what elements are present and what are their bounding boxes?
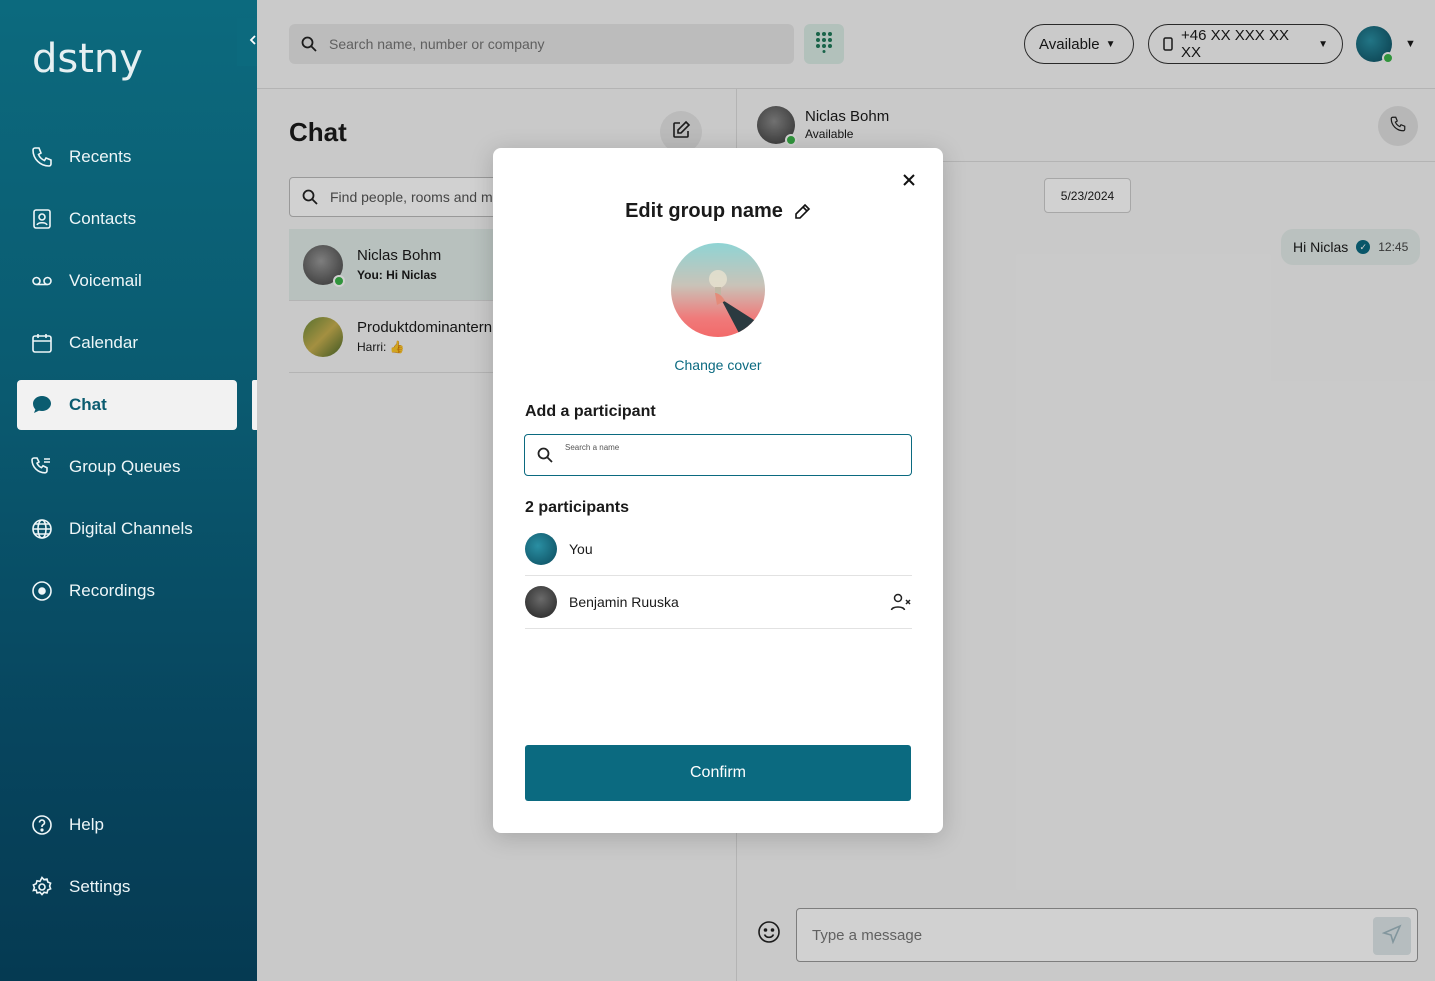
- sidebar-item-label: Settings: [69, 877, 131, 896]
- search-icon: [537, 447, 553, 463]
- record-icon: [29, 578, 55, 604]
- help-icon: [29, 812, 55, 838]
- sidebar-item-voicemail[interactable]: Voicemail: [17, 256, 237, 306]
- sidebar-item-label: Calendar: [69, 333, 138, 352]
- close-button[interactable]: [898, 171, 920, 193]
- sidebar-item-label: Recordings: [69, 581, 155, 600]
- sidebar-item-label: Contacts: [69, 209, 137, 228]
- sidebar-item-calendar[interactable]: Calendar: [17, 318, 237, 368]
- sidebar-item-recents[interactable]: Recents: [17, 132, 237, 182]
- avatar: [525, 586, 557, 618]
- sidebar: dstny Recents Contacts Voicemail Calenda…: [0, 0, 257, 981]
- participants-count-label: 2 participants: [525, 499, 630, 516]
- pencil-icon[interactable]: [793, 203, 811, 221]
- participant-search-input[interactable]: Search a name: [524, 434, 912, 476]
- gear-icon: [29, 874, 55, 900]
- voicemail-icon: [29, 268, 55, 294]
- phone-icon: [29, 144, 55, 170]
- participant-row: You: [525, 523, 912, 576]
- remove-user-icon[interactable]: [890, 591, 912, 613]
- group-queue-icon: [29, 454, 55, 480]
- sidebar-item-settings[interactable]: Settings: [17, 862, 237, 912]
- close-icon: [902, 173, 916, 192]
- sidebar-item-contacts[interactable]: Contacts: [17, 194, 237, 244]
- sidebar-item-group-queues[interactable]: Group Queues: [17, 442, 237, 492]
- participant-name: Benjamin Ruuska: [569, 594, 679, 610]
- sidebar-item-label: Digital Channels: [69, 519, 193, 538]
- add-participant-label: Add a participant: [525, 403, 656, 420]
- participant-name: You: [569, 541, 593, 557]
- participant-row: Benjamin Ruuska: [525, 576, 912, 629]
- sidebar-item-label: Recents: [69, 147, 132, 166]
- app-logo: dstny: [32, 36, 143, 82]
- contact-card-icon: [29, 206, 55, 232]
- dialog-title: Edit group name: [493, 200, 943, 223]
- avatar: [525, 533, 557, 565]
- participant-search-placeholder: Search a name: [565, 443, 620, 452]
- sidebar-item-recordings[interactable]: Recordings: [17, 566, 237, 616]
- calendar-icon: [29, 330, 55, 356]
- sidebar-item-label: Help: [69, 815, 104, 834]
- sidebar-item-chat[interactable]: Chat: [17, 380, 237, 430]
- sidebar-item-label: Group Queues: [69, 457, 181, 476]
- sidebar-item-digital-channels[interactable]: Digital Channels: [17, 504, 237, 554]
- sidebar-item-label: Voicemail: [69, 271, 142, 290]
- sidebar-item-help[interactable]: Help: [17, 800, 237, 850]
- change-cover-link[interactable]: Change cover: [493, 357, 943, 373]
- edit-group-dialog: Edit group name Change cover Add a parti…: [493, 148, 943, 833]
- chat-bubble-icon: [29, 392, 55, 418]
- group-cover-image[interactable]: [671, 243, 765, 337]
- confirm-button[interactable]: Confirm: [525, 745, 911, 801]
- sidebar-item-label: Chat: [69, 395, 107, 414]
- group-name-title[interactable]: Edit group name: [625, 200, 783, 223]
- globe-icon: [29, 516, 55, 542]
